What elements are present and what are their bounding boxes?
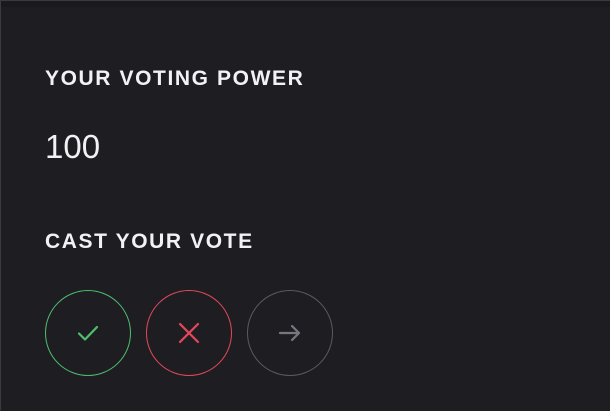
vote-yes-button[interactable] [45,290,131,376]
voting-power-value: 100 [45,128,101,165]
voting-power-label: YOUR VOTING POWER [45,67,305,90]
vote-abstain-button[interactable] [247,290,333,376]
cast-vote-label: CAST YOUR VOTE [45,230,254,253]
check-icon [77,325,99,341]
voting-panel: YOUR VOTING POWER 100 CAST YOUR VOTE [1,8,610,411]
vote-no-button[interactable] [146,290,232,376]
app-window: YOUR VOTING POWER 100 CAST YOUR VOTE [0,0,610,411]
top-strip [1,1,610,7]
arrow-right-icon [278,324,301,342]
close-icon [178,322,200,344]
